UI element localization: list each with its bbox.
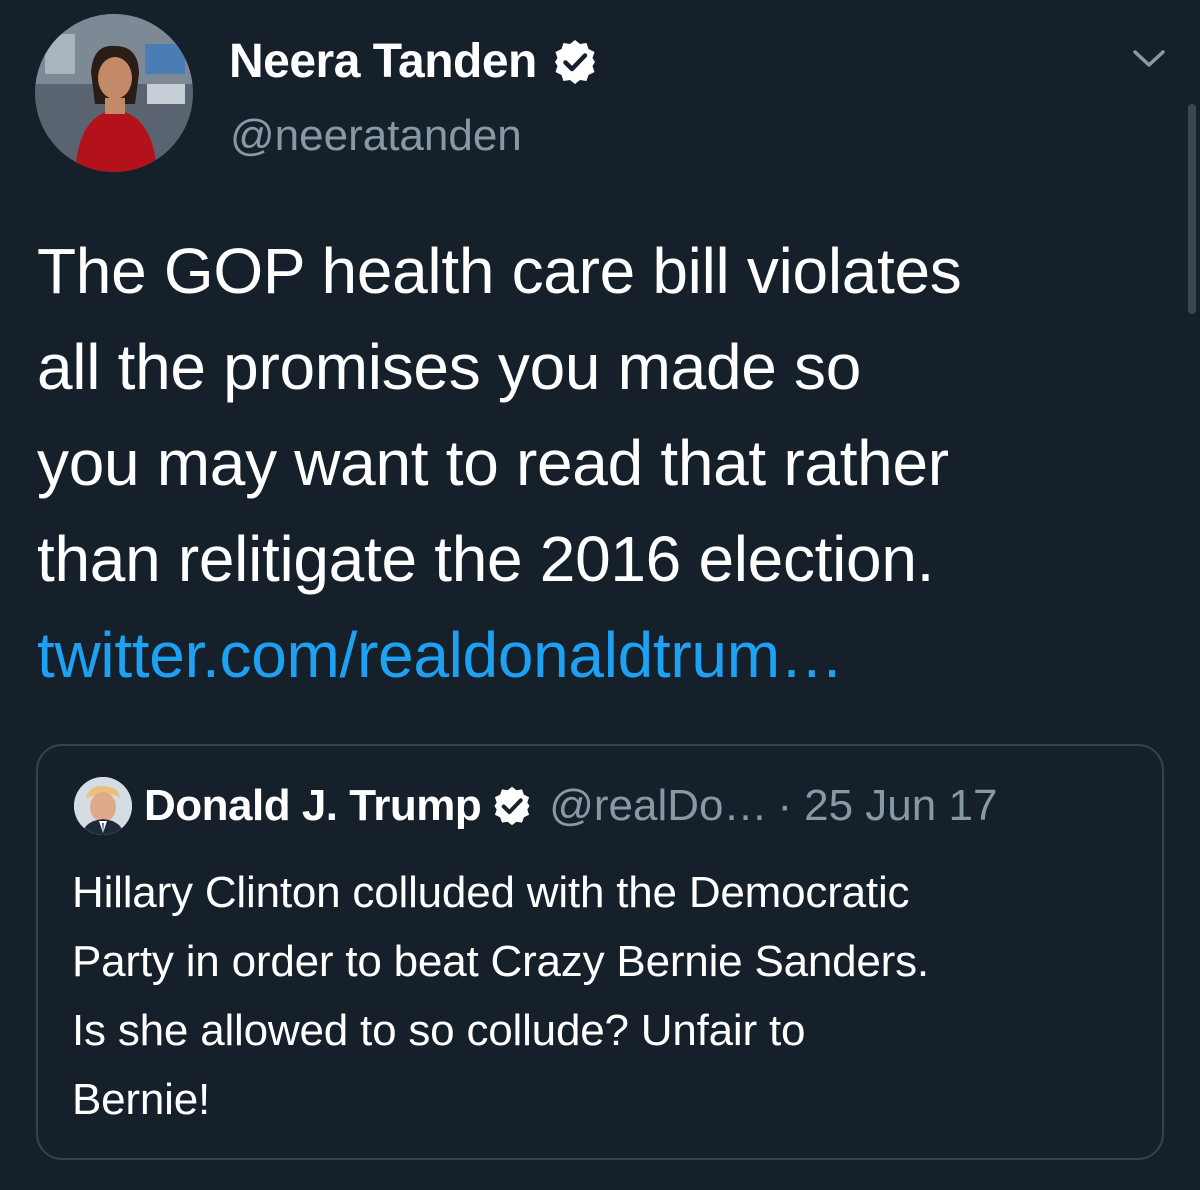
scrollbar[interactable]	[1188, 104, 1196, 314]
author-avatar[interactable]	[35, 14, 193, 172]
author-handle[interactable]: @neeratanden	[230, 110, 522, 162]
separator-dot: ·	[777, 781, 793, 830]
tweet-text-line: than relitigate the 2016 election.	[37, 523, 935, 595]
tweet-link[interactable]: twitter.com/realdonaldtrum…	[37, 607, 844, 703]
chevron-down-icon[interactable]	[1131, 44, 1167, 72]
author-name[interactable]: Neera Tanden	[229, 34, 537, 90]
quoted-tweet-date[interactable]: 25 Jun 17	[804, 781, 997, 831]
quoted-author-avatar-image	[74, 777, 132, 835]
quoted-text-line: Bernie!	[72, 1075, 211, 1124]
tweet-text-line: all the promises you made so	[37, 331, 862, 403]
quoted-author-handle[interactable]: @realDo…	[549, 781, 767, 831]
quoted-text-line: Is she allowed to so collude? Unfair to	[72, 1006, 806, 1055]
quoted-tweet-card[interactable]: Donald J. Trump @realDo… · 25 Jun 17 Hil…	[36, 744, 1164, 1160]
verified-badge-icon	[491, 785, 533, 827]
quoted-tweet-text: Hillary Clinton colluded with the Democr…	[72, 858, 1142, 1134]
quoted-author-name[interactable]: Donald J. Trump	[144, 781, 482, 831]
author-avatar-image	[35, 14, 193, 172]
quoted-text-line: Party in order to beat Crazy Bernie Sand…	[72, 937, 929, 986]
quoted-text-line: Hillary Clinton colluded with the Democr…	[72, 868, 910, 917]
tweet-text-line: The GOP health care bill violates	[37, 235, 962, 307]
author-name-row[interactable]: Neera Tanden	[229, 34, 599, 90]
quoted-tweet-header: Donald J. Trump @realDo… · 25 Jun 17	[74, 776, 997, 836]
tweet-text-line: you may want to read that rather	[37, 427, 949, 499]
verified-badge-icon	[551, 38, 599, 86]
tweet-text: The GOP health care bill violates all th…	[37, 223, 1177, 607]
quoted-author-avatar[interactable]	[74, 777, 132, 835]
